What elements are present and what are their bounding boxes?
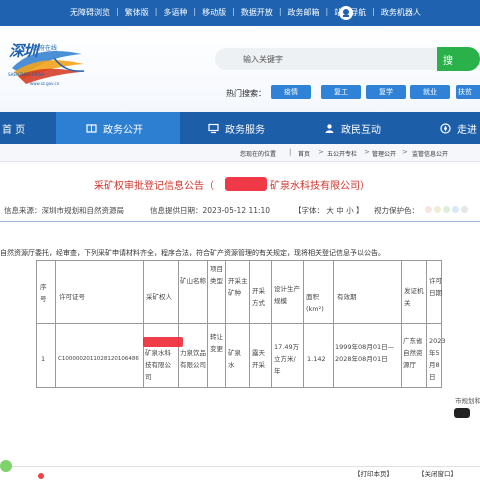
header-mine-name: 矿山名称 bbox=[180, 277, 206, 285]
traditional-link[interactable]: 繁体版 bbox=[125, 7, 149, 18]
cell-project-type: 转让变更 bbox=[210, 333, 223, 353]
print-button[interactable]: 【打印本页】 bbox=[354, 468, 393, 478]
divider bbox=[0, 221, 480, 222]
top-utility-bar: 无障碍浏览 | 繁体版 | 多语种 | 移动版 | 数据开放 | 政务邮箱 | … bbox=[0, 0, 480, 26]
search-input[interactable] bbox=[243, 52, 423, 66]
cell-license-no: C1000002011028120106486 bbox=[58, 356, 139, 362]
header-area: 面积(km²) bbox=[306, 293, 324, 313]
nav-interaction[interactable]: 政民互动 bbox=[324, 112, 424, 144]
color-swatch-green[interactable] bbox=[443, 206, 450, 213]
article-title-company: 矿泉水科技有限公司） bbox=[270, 181, 370, 192]
license-table: 序号 许可证号 采矿权人 矿山名称 项目类型 开采主矿种 开采方式 设计生产规模… bbox=[36, 260, 446, 388]
nav-label: 首 页 bbox=[2, 124, 26, 136]
dark-mark bbox=[454, 408, 470, 418]
cell-license-date: 2023年5月8日 bbox=[429, 337, 446, 381]
robot-icon[interactable] bbox=[339, 6, 353, 20]
monitor-icon bbox=[208, 123, 219, 134]
utility-links: 无障碍浏览 | 繁体版 | 多语种 | 移动版 | 数据开放 | 政务邮箱 | … bbox=[70, 7, 421, 18]
nav-label: 政民互动 bbox=[341, 124, 381, 136]
color-swatch-gray[interactable] bbox=[461, 206, 468, 213]
accessible-link[interactable]: 无障碍浏览 bbox=[70, 7, 110, 18]
nav-label: 走进 bbox=[457, 124, 477, 136]
hot-tag-epidemic[interactable]: 疫情 bbox=[271, 85, 311, 99]
breadcrumb-management[interactable]: 管理公开 bbox=[372, 149, 396, 158]
cell-issuer: 广东省自然资源厅 bbox=[403, 337, 423, 369]
search-button[interactable]: 搜 bbox=[437, 47, 480, 71]
header-license-date: 许可日期 bbox=[429, 277, 442, 297]
search-box bbox=[215, 48, 437, 70]
header-project-type: 项目类型 bbox=[210, 265, 223, 285]
book-icon bbox=[86, 123, 97, 134]
redaction-mark bbox=[225, 177, 267, 191]
breadcrumb-five-public[interactable]: 五公开专栏 bbox=[327, 149, 357, 158]
header-capacity: 设计生产规模 bbox=[274, 285, 300, 305]
color-swatch-blue[interactable] bbox=[452, 206, 459, 213]
bottom-bar bbox=[0, 466, 480, 480]
hot-tag-resume-school[interactable]: 复学 bbox=[366, 85, 406, 99]
close-window-button[interactable]: 【关闭窗口】 bbox=[418, 468, 457, 478]
color-swatch-pink[interactable] bbox=[425, 206, 432, 213]
breadcrumb-position-label: 您现在的位置 bbox=[240, 151, 277, 158]
nav-about[interactable]: 走进 bbox=[440, 112, 480, 144]
cell-validity: 1999年08月01日—2028年08月01日 bbox=[335, 343, 395, 363]
cell-method: 露天开采 bbox=[252, 349, 265, 369]
nav-gov-service[interactable]: 政务服务 bbox=[208, 112, 308, 144]
header-holder: 采矿权人 bbox=[146, 293, 172, 301]
article-title: 采矿权审批登记信息公告（ bbox=[94, 181, 214, 192]
intro-paragraph: 自然资源厅委托，经审查，下列采矿申请材料齐全，程序合法，符合矿产资源管理的有关规… bbox=[0, 249, 385, 257]
font-size-control[interactable]: 【字体： 大 中 小 】 bbox=[294, 205, 364, 216]
redaction-mark bbox=[143, 337, 183, 347]
person-icon bbox=[324, 123, 335, 134]
hot-search-label: 热门搜索： bbox=[226, 89, 266, 98]
header-issuer: 发证机关 bbox=[404, 287, 424, 307]
status-dot-red bbox=[38, 473, 44, 479]
cell-mineral: 矿泉水 bbox=[228, 349, 241, 369]
cell-area: 1.142 bbox=[307, 355, 326, 363]
cell-index: 1 bbox=[41, 355, 46, 363]
hot-tag-resume-work[interactable]: 复工 bbox=[321, 85, 361, 99]
nav-label: 政务公开 bbox=[103, 124, 143, 136]
main-nav: 首 页 政务公开 政务服务 政民互动 走进 bbox=[0, 112, 480, 144]
breadcrumb-home[interactable]: 首页 bbox=[298, 149, 310, 158]
status-dot-green bbox=[0, 460, 12, 472]
cell-mine-name: 力泉饮品有限公司 bbox=[180, 349, 206, 369]
breadcrumb-supervision[interactable]: 监管信息公开 bbox=[412, 149, 448, 158]
hot-tag-poverty[interactable]: 扶贫 bbox=[456, 85, 480, 99]
multilingual-link[interactable]: 多语种 bbox=[163, 7, 187, 18]
breadcrumb: 您现在的位置 | 首页 > 五公开专栏 > 管理公开 > 监管信息公开 bbox=[0, 144, 480, 162]
browser-page: 无障碍浏览 | 繁体版 | 多语种 | 移动版 | 数据开放 | 政务邮箱 | … bbox=[0, 0, 480, 480]
logo-english: SHENZHEN CHINA bbox=[8, 72, 45, 77]
info-source: 信息来源：深圳市规划和自然资源局 bbox=[4, 206, 124, 215]
site-logo[interactable]: 深圳 政府在线 SHENZHEN CHINA www.sz.gov.cn bbox=[4, 38, 90, 88]
compass-icon bbox=[440, 122, 451, 134]
color-swatch-yellow[interactable] bbox=[434, 206, 441, 213]
source-note: 市规划和 bbox=[455, 397, 480, 405]
open-data-link[interactable]: 数据开放 bbox=[241, 7, 273, 18]
nav-label: 政务服务 bbox=[225, 124, 265, 136]
mobile-link[interactable]: 移动版 bbox=[202, 7, 226, 18]
nav-home[interactable]: 首 页 bbox=[0, 112, 52, 144]
cell-holder: 矿泉水科技有限公司 bbox=[145, 349, 171, 381]
logo-subtitle: 政府在线 bbox=[33, 45, 58, 52]
nav-gov-affairs[interactable]: 政务公开 bbox=[56, 112, 180, 144]
info-date: 信息提供日期：2023-05-12 11:10 bbox=[150, 206, 271, 215]
header-main-mineral: 开采主矿种 bbox=[228, 277, 248, 297]
hot-tag-employment[interactable]: 就业 bbox=[410, 85, 450, 99]
gov-mail-link[interactable]: 政务邮箱 bbox=[288, 7, 320, 18]
site-header: 深圳 政府在线 SHENZHEN CHINA www.sz.gov.cn 搜 热… bbox=[0, 26, 480, 112]
header-method: 开采方式 bbox=[252, 287, 265, 307]
article-meta: 信息来源：深圳市规划和自然资源局 信息提供日期：2023-05-12 11:10… bbox=[4, 205, 480, 217]
gov-robot-link[interactable]: 政务机器人 bbox=[381, 7, 421, 18]
cell-capacity: 17.49万立方米/年 bbox=[274, 343, 300, 375]
header-license-no: 许可证号 bbox=[59, 293, 85, 301]
logo-url: www.sz.gov.cn bbox=[30, 81, 60, 86]
header-validity: 有效期 bbox=[337, 293, 357, 301]
header-index: 序号 bbox=[40, 283, 47, 303]
vision-protection-label: 视力保护色： bbox=[374, 206, 419, 215]
